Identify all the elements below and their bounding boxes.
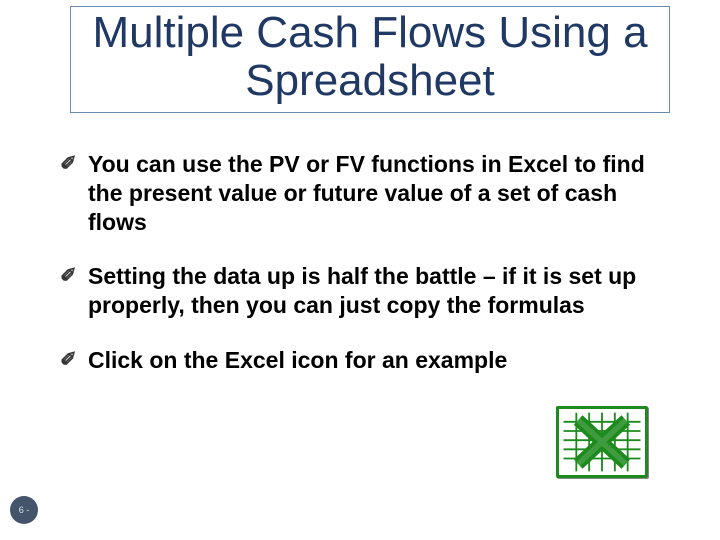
title-container: Multiple Cash Flows Using a Spreadsheet: [70, 6, 670, 113]
bullet-item: ✐ Setting the data up is half the battle…: [60, 262, 660, 320]
bullet-text: You can use the PV or FV functions in Ex…: [88, 151, 645, 235]
bullet-item: ✐ Click on the Excel icon for an example: [60, 346, 660, 375]
bullet-mark-icon: ✐: [60, 348, 77, 373]
bullet-text: Click on the Excel icon for an example: [88, 347, 507, 373]
bullet-text: Setting the data up is half the battle –…: [88, 263, 636, 318]
bullet-item: ✐ You can use the PV or FV functions in …: [60, 150, 660, 236]
slide-number-text: 6 -: [19, 505, 30, 515]
bullet-mark-icon: ✐: [60, 264, 77, 289]
slide-title: Multiple Cash Flows Using a Spreadsheet: [79, 9, 661, 106]
content-area: ✐ You can use the PV or FV functions in …: [60, 150, 660, 401]
bullet-mark-icon: ✐: [60, 152, 77, 177]
excel-icon[interactable]: [556, 406, 648, 478]
slide-number-badge: 6 -: [10, 496, 38, 524]
